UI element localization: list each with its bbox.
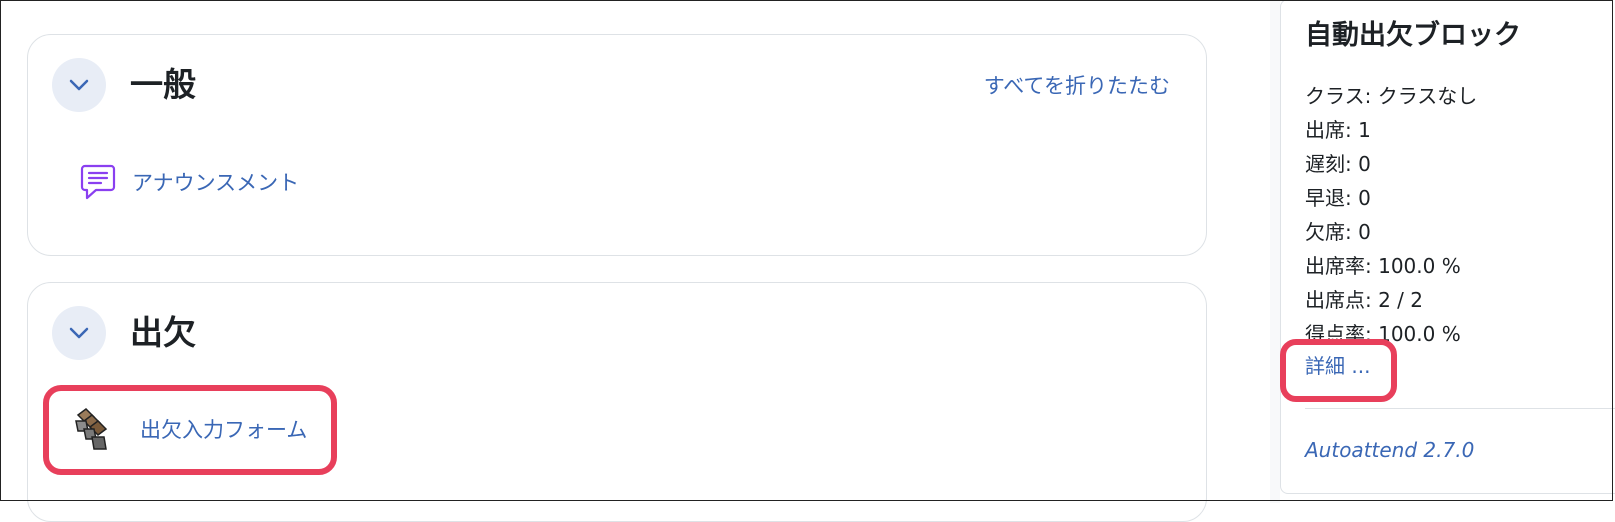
activity-label-announcements: アナウンスメント bbox=[132, 171, 300, 195]
section-title-general: 一般 bbox=[130, 65, 196, 104]
attendance-stats: クラス: クラスなし 出席: 1 遅刻: 0 早退: 0 欠席: 0 出席率: … bbox=[1305, 79, 1477, 351]
block-title: 自動出欠ブロック bbox=[1305, 20, 1521, 51]
forum-icon bbox=[80, 164, 116, 200]
highlight-attendance-form bbox=[43, 385, 337, 475]
collapse-toggle-attendance[interactable] bbox=[52, 306, 106, 360]
chevron-down-icon bbox=[69, 79, 89, 91]
stat-attendance-points: 出席点: 2 / 2 bbox=[1305, 288, 1423, 312]
collapse-all-link[interactable]: すべてを折りたたむ bbox=[984, 73, 1170, 99]
block-divider bbox=[1305, 408, 1615, 409]
stat-class: クラス: クラスなし bbox=[1305, 84, 1478, 108]
activity-announcements[interactable]: アナウンスメント bbox=[80, 163, 299, 201]
sidebar-gutter bbox=[1270, 0, 1280, 503]
stat-present: 出席: 1 bbox=[1305, 118, 1371, 142]
stat-attendance-rate: 出席率: 100.0 % bbox=[1305, 254, 1461, 278]
chevron-down-icon bbox=[69, 327, 89, 339]
stat-early-leave: 早退: 0 bbox=[1305, 186, 1371, 210]
autoattend-block: 自動出欠ブロック クラス: クラスなし 出席: 1 遅刻: 0 早退: 0 欠席… bbox=[1280, 0, 1615, 494]
version-link[interactable]: Autoattend 2.7.0 bbox=[1305, 436, 1474, 464]
section-title-attendance: 出欠 bbox=[130, 313, 196, 352]
collapse-toggle-general[interactable] bbox=[52, 58, 106, 112]
highlight-details-link bbox=[1280, 339, 1397, 402]
section-general: 一般 すべてを折りたたむ アナウンスメント bbox=[27, 34, 1207, 256]
stat-absent: 欠席: 0 bbox=[1305, 220, 1371, 244]
stat-late: 遅刻: 0 bbox=[1305, 152, 1371, 176]
